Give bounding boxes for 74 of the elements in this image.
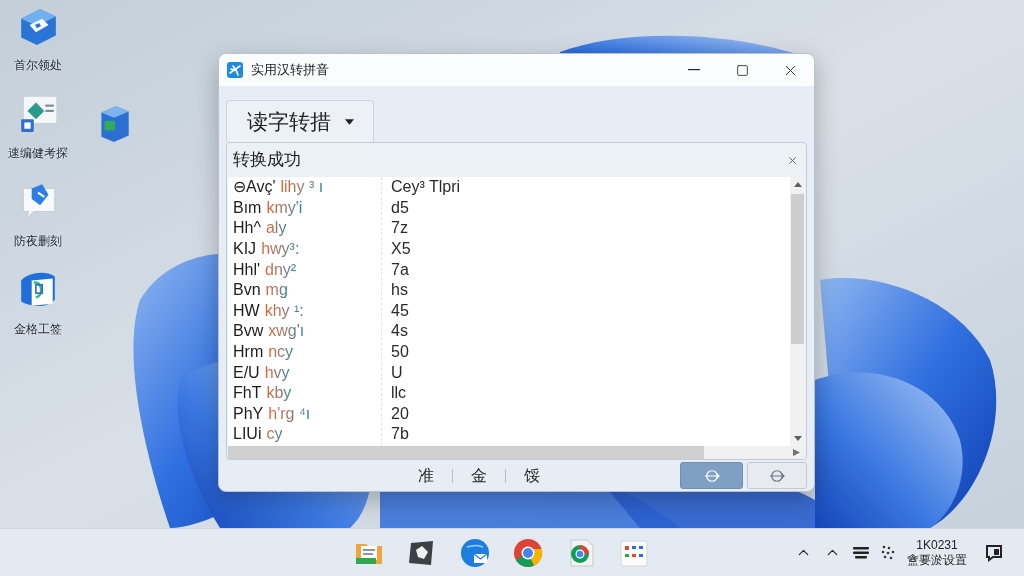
taskbar-app[interactable] [459, 536, 491, 569]
notification-icon[interactable] [985, 543, 1003, 562]
shortcut-label: 速编健考探 [8, 146, 68, 160]
scroll-up-icon[interactable] [793, 182, 802, 187]
pinyin-text: hwy³: [261, 240, 300, 259]
clock-date: 盦要淤设置 [907, 552, 967, 568]
pinyin-text: hvy [264, 363, 290, 382]
word-text: Hrm [233, 343, 264, 362]
shortcut-label: 防夜删刻 [14, 234, 62, 248]
shortcut-label: 金格工签 [14, 322, 62, 336]
word-text: PhY [233, 404, 264, 423]
footer-label[interactable]: 金 [471, 463, 487, 488]
scroll-thumb[interactable] [791, 194, 804, 344]
word-text: Bım [233, 198, 262, 217]
desktop-shortcut[interactable]: 防夜删刻 [0, 176, 76, 264]
envelope-circle-icon [459, 536, 491, 569]
pinyin-text: khy ¹: [264, 301, 304, 320]
word-text: Bvw [233, 322, 264, 341]
footer-label[interactable]: 准 [418, 463, 434, 488]
stacked-bars-icon[interactable] [853, 546, 869, 559]
shortcut-label: 首尔领处 [14, 58, 62, 72]
scroll-thumb[interactable] [228, 446, 704, 459]
code-text: llc [391, 384, 407, 403]
code-text: 4s [391, 322, 408, 341]
word-text: FhT [233, 384, 262, 403]
pinyin-text: dny² [265, 260, 297, 279]
scroll-right-icon[interactable] [793, 449, 800, 456]
browser-icon [512, 536, 544, 569]
maximize-icon [735, 63, 749, 77]
pinyin-text: kby [266, 384, 292, 403]
notice-text: 转换成功 [233, 149, 301, 172]
vertical-scrollbar[interactable] [790, 177, 805, 446]
pinyin-text: h'rg ⁴ı [268, 404, 311, 423]
pinyin-text: aly [265, 219, 287, 238]
code-text: 50 [391, 343, 409, 362]
dots-icon[interactable] [881, 544, 895, 561]
pinyin-text: lihy ³ ı [280, 178, 324, 197]
word-text: Hh^ [233, 219, 261, 238]
caret-down-icon [344, 118, 354, 125]
desktop-shortcut[interactable]: 金格工签 [0, 264, 76, 352]
code-text: 45 [391, 301, 409, 320]
mode-dropdown[interactable]: 读字转措 [226, 100, 374, 142]
pinyin-text: kmy'i [266, 198, 303, 217]
horizontal-scrollbar[interactable] [228, 446, 805, 459]
footer-button[interactable] [747, 462, 807, 489]
footer-label[interactable]: 馁 [524, 463, 540, 488]
minimize-icon [688, 69, 700, 71]
word-text: Hhl' [233, 260, 261, 279]
word-text: ⊖Avç' [233, 178, 276, 197]
clock[interactable]: 1K0231 盦要淤设置 [907, 537, 967, 568]
window-title: 实用汉转拼音 [251, 61, 329, 80]
word-text: KIJ [233, 240, 257, 259]
code-text: U [391, 363, 403, 382]
app-logo-icon [227, 62, 243, 78]
code-text: 20 [391, 404, 409, 423]
desktop-shortcut[interactable]: 首尔领处 [0, 0, 76, 88]
close-notice-icon[interactable] [787, 154, 798, 166]
word-text: E/U [233, 363, 260, 382]
code-text: Cey³ Tlpri [391, 178, 461, 197]
code-text: d5 [391, 198, 409, 217]
taskbar-app[interactable] [512, 536, 544, 569]
code-text: 7z [391, 219, 408, 238]
pinyin-text: xwg'ı [268, 322, 305, 341]
code-text: 7b [391, 425, 409, 444]
code-text: 7a [391, 260, 409, 279]
word-text: LIUi [233, 425, 262, 444]
word-text: Bvn [233, 281, 261, 300]
clock-time: 1K0231 [916, 537, 958, 553]
desktop-shortcut[interactable]: 速编健考探 [0, 88, 76, 176]
word-text: HW [233, 301, 260, 320]
code-text: hs [391, 281, 408, 300]
footer-button[interactable] [680, 462, 743, 489]
scroll-down-icon[interactable] [793, 436, 802, 441]
code-text: X5 [391, 240, 411, 259]
